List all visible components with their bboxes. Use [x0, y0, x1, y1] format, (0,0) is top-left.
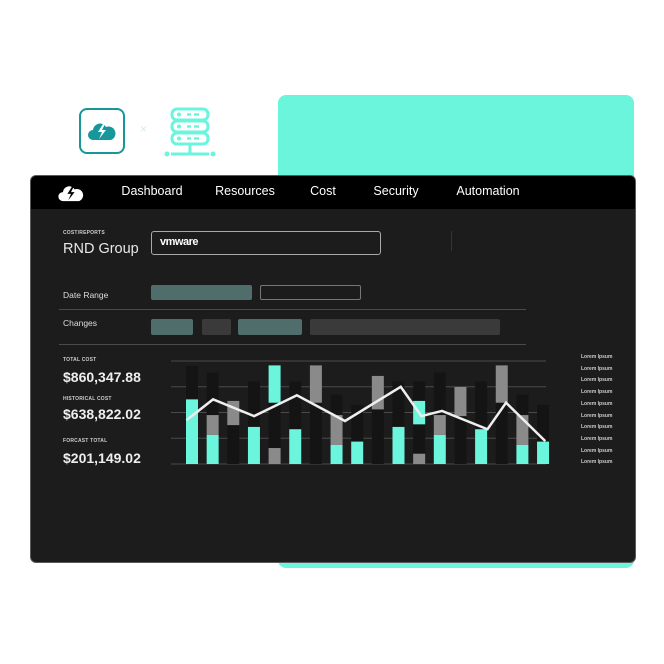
bar-historical [433, 415, 446, 435]
bar-forecast [433, 434, 446, 464]
bar-forecast [186, 399, 198, 464]
app-logo-icon [79, 108, 125, 154]
bar-forecast [537, 441, 550, 464]
bar-historical [495, 365, 508, 403]
bar-forecast [475, 429, 488, 464]
cost-chart [171, 360, 550, 465]
bar-forecast [516, 444, 529, 464]
bar-forecast [268, 365, 281, 403]
bar-forecast [330, 444, 343, 464]
trend-line [185, 385, 547, 442]
bar-forecast [392, 426, 405, 464]
bar-historical [268, 448, 281, 464]
app-window: Dashboard Resources Cost Security Automa… [30, 175, 636, 563]
bar-historical [227, 400, 240, 426]
bar-forecast [351, 441, 364, 464]
server-icon [163, 106, 217, 163]
bar-forecast [289, 429, 302, 464]
connector-symbol: × [140, 122, 148, 136]
bar-historical [206, 415, 219, 435]
bar-forecast [206, 434, 219, 464]
bar-forecast [247, 426, 260, 464]
bar-historical [454, 387, 467, 417]
bar-historical [413, 453, 426, 464]
bar-historical [309, 365, 322, 403]
